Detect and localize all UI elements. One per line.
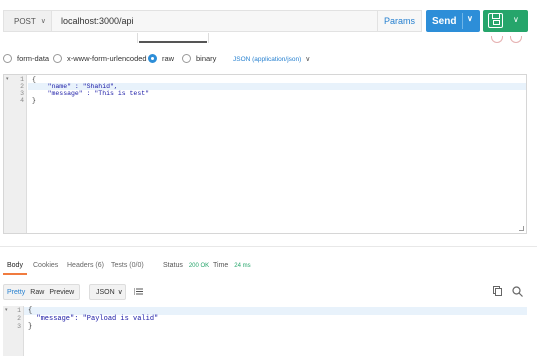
status-value: 200 OK [188, 263, 210, 269]
method-label: POST [14, 16, 36, 26]
radio-label: raw [162, 54, 175, 63]
send-divider [462, 13, 463, 29]
chevron-down-icon: ∨ [40, 18, 46, 25]
status-readout: Status 200 OK [163, 262, 209, 269]
radio-label: form-data [17, 54, 50, 63]
params-button[interactable]: Params [378, 10, 422, 32]
url-value: localhost:3000/api [61, 16, 134, 26]
resize-handle-icon[interactable] [519, 226, 524, 231]
line-number: 2 [20, 83, 24, 90]
mode-raw[interactable]: Raw [30, 289, 44, 296]
request-body-editor[interactable]: ▾ 1 2 3 4 { "name" : "Shahid", "message"… [3, 74, 527, 234]
code-line: } [32, 97, 36, 104]
code-line: { [28, 307, 33, 315]
line-number: 2 [17, 315, 21, 322]
copy-icon[interactable] [493, 286, 502, 296]
mode-pretty[interactable]: Pretty [7, 289, 25, 296]
active-line-highlight [24, 307, 527, 315]
radio-raw[interactable]: raw [148, 54, 174, 63]
tab-body[interactable]: Body [7, 262, 23, 269]
line-number: 3 [17, 323, 21, 330]
save-button[interactable]: ∨ [483, 10, 528, 32]
wrap-lines-icon[interactable] [134, 287, 143, 296]
tab-headers[interactable]: Headers (6) [67, 262, 104, 269]
code-line: "message": "Payload is valid" [28, 315, 159, 323]
send-button[interactable]: Send ∨ [426, 10, 480, 32]
line-gutter: ▾ 1 2 3 [3, 306, 24, 356]
radio-dot-selected[interactable] [148, 54, 157, 63]
tab-cookies[interactable]: Cookies [33, 262, 58, 269]
line-number: 3 [20, 90, 24, 97]
method-select[interactable]: POST ∨ [3, 10, 51, 32]
request-url-bar: POST ∨ localhost:3000/api Params Send ∨ … [0, 5, 537, 35]
format-mode-group: Pretty Raw Preview [3, 284, 80, 300]
radio-dot[interactable] [53, 54, 62, 63]
radio-dot[interactable] [3, 54, 12, 63]
line-number: 4 [20, 97, 24, 104]
radio-binary[interactable]: binary [182, 54, 216, 63]
chevron-down-icon: ∨ [117, 289, 123, 296]
tab-tests[interactable]: Tests (0/0) [111, 262, 144, 269]
line-number: 1 [17, 307, 21, 314]
active-tab-indicator [139, 41, 207, 43]
status-label: Status [163, 262, 183, 269]
tab-action-icon[interactable] [491, 36, 503, 43]
language-label: JSON [96, 288, 115, 296]
code-line: "name" : "Shahid", [32, 83, 118, 90]
code-line: { [32, 76, 36, 83]
send-label: Send [432, 15, 457, 27]
radio-label: x-www-form-urlencoded [67, 54, 147, 63]
code-line: "message" : "This is test" [32, 90, 150, 97]
language-select[interactable]: JSON ∨ [89, 284, 126, 300]
radio-label: binary [196, 54, 217, 63]
time-readout: Time 24 ms [213, 262, 251, 269]
save-icon [488, 13, 503, 28]
radio-form-data[interactable]: form-data [3, 54, 49, 63]
active-tab-indicator [3, 273, 27, 275]
tab-action-icon[interactable] [510, 36, 522, 43]
search-icon[interactable] [512, 286, 523, 297]
radio-dot[interactable] [182, 54, 191, 63]
content-type-select[interactable]: JSON (application/json) ∨ [233, 54, 310, 64]
response-body-viewer[interactable]: ▾ 1 2 3 { "message": "Payload is valid" … [3, 306, 537, 356]
tab-divider [208, 33, 209, 43]
line-number: 1 [20, 76, 24, 83]
chevron-down-icon[interactable]: ∨ [467, 14, 473, 23]
pane-divider[interactable] [0, 246, 537, 247]
radio-x-www-form-urlencoded[interactable]: x-www-form-urlencoded [53, 54, 147, 63]
content-type-label: JSON (application/json) [233, 55, 302, 63]
time-value: 24 ms [234, 263, 251, 269]
time-label: Time [213, 262, 229, 269]
mode-preview[interactable]: Preview [49, 289, 74, 296]
tab-divider [137, 33, 138, 43]
url-input[interactable]: localhost:3000/api [51, 10, 378, 32]
code-line: } [28, 323, 33, 331]
chevron-down-icon[interactable]: ∨ [513, 15, 519, 24]
line-gutter: ▾ 1 2 3 4 [4, 75, 27, 233]
chevron-down-icon: ∨ [305, 56, 311, 63]
